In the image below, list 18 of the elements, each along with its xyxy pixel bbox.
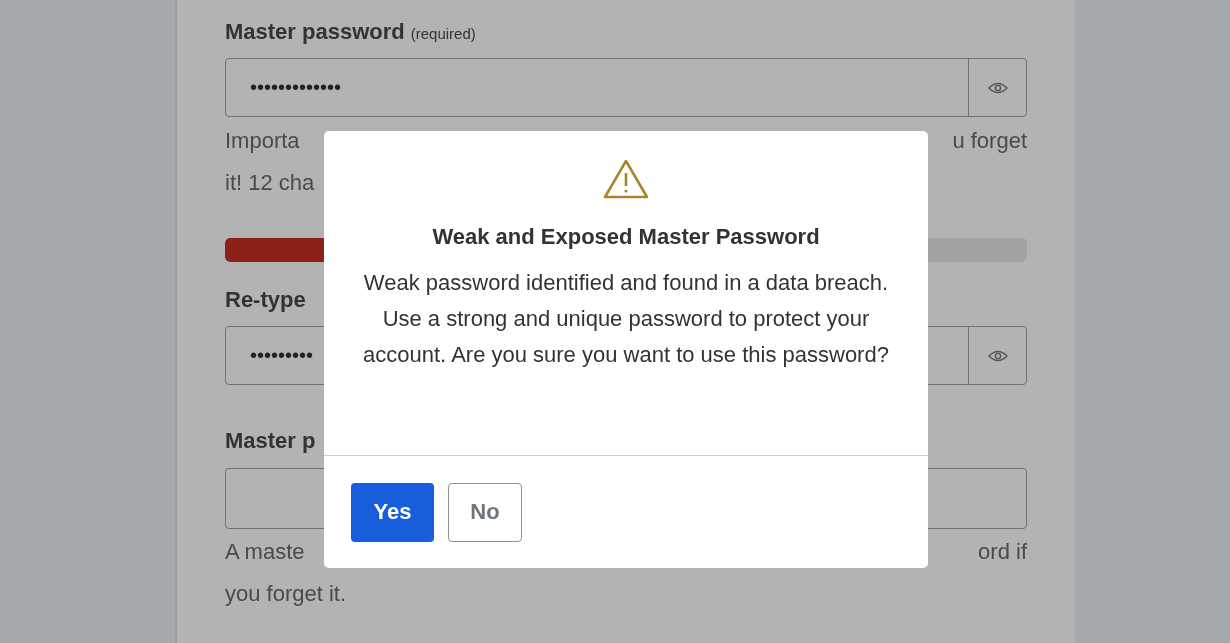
hint-text: Importa — [225, 127, 300, 155]
warning-icon — [602, 158, 650, 200]
field-label: Master password — [225, 19, 405, 44]
eye-icon — [987, 349, 1008, 362]
dialog-title: Weak and Exposed Master Password — [432, 224, 820, 250]
dialog-message: Weak password identified and found in a data breach. Use a strong and unique password to protect your account. Are you sure you want to use this password? — [362, 269, 890, 369]
field-label: Master p — [225, 428, 316, 453]
hint-text: ord if — [978, 538, 1027, 566]
hint-text: A maste — [225, 538, 305, 566]
hint-text: u forget — [952, 127, 1027, 155]
hint-text: it! 12 cha — [225, 170, 315, 195]
hint-text: you forget it. — [225, 581, 347, 606]
password-field[interactable]: ••••••••••••• — [225, 58, 1027, 117]
eye-icon — [987, 81, 1008, 94]
field-label: Re-type — [225, 287, 306, 312]
no-button[interactable]: No — [448, 482, 522, 542]
required-note: (required) — [410, 25, 476, 42]
yes-button[interactable]: Yes — [351, 482, 434, 542]
